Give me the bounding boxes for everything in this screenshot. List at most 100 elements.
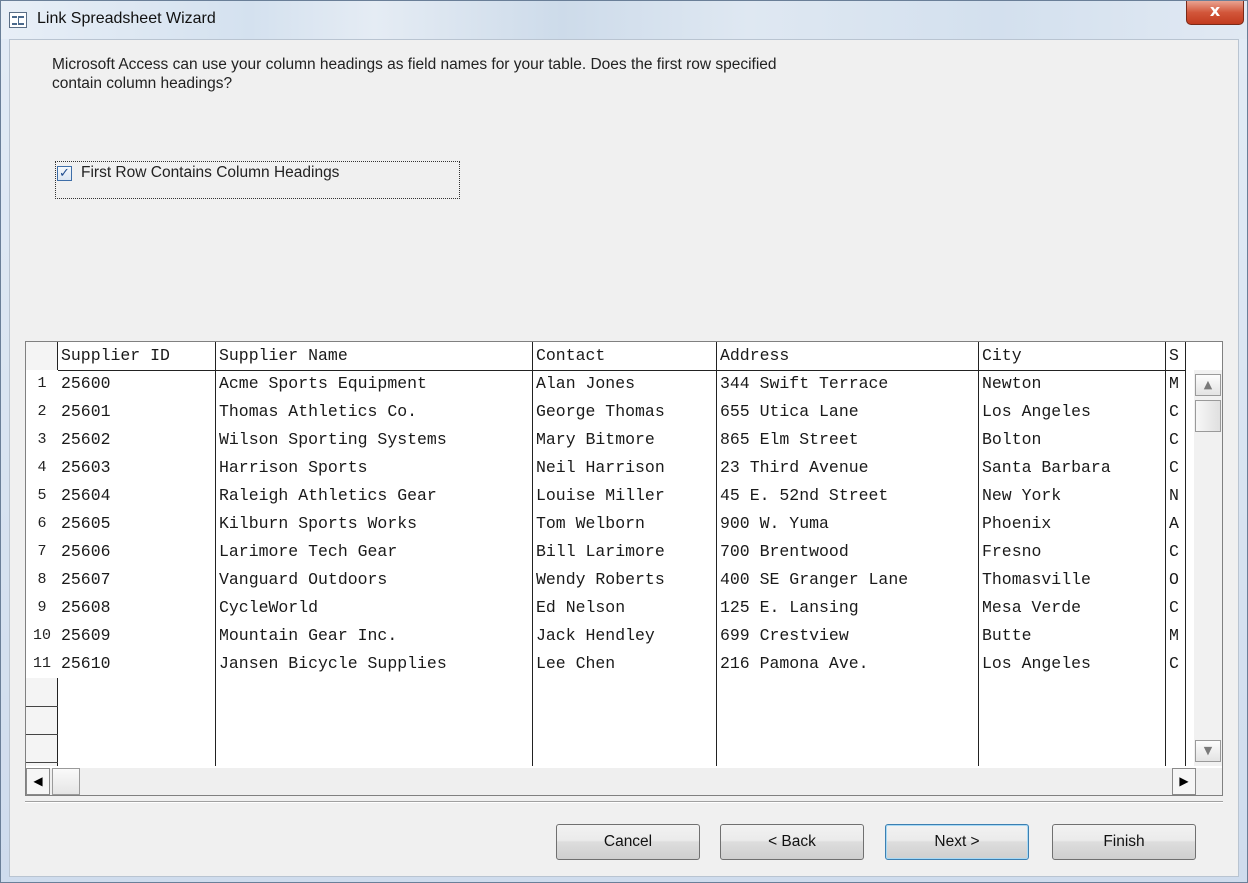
table-cell: Neil Harrison (536, 458, 665, 477)
table-cell: Mesa Verde (982, 598, 1082, 617)
table-cell: C (1169, 654, 1179, 673)
table-cell: 45 E. 52nd Street (720, 486, 889, 505)
row-number: 10 (26, 622, 58, 650)
table-cell: Alan Jones (536, 374, 636, 393)
button-separator (25, 801, 1223, 803)
scroll-right-button[interactable]: ▶ (1172, 768, 1196, 795)
table-cell: 25602 (61, 430, 111, 449)
first-row-headings-checkbox[interactable]: ✓ (57, 166, 72, 181)
table-cell: Mary Bitmore (536, 430, 655, 449)
table-cell: 25607 (61, 570, 111, 589)
table-cell: 25601 (61, 402, 111, 421)
instructions-text: Microsoft Access can use your column hea… (52, 56, 777, 92)
scroll-down-button[interactable]: ▼ (1195, 740, 1221, 762)
table-cell: Kilburn Sports Works (219, 514, 418, 533)
table-cell: 25605 (61, 514, 111, 533)
table-cell: Larimore Tech Gear (219, 542, 398, 561)
table-cell: Ed Nelson (536, 598, 626, 617)
grid-content: Supplier ID Supplier Name Contact Address Ci… (26, 342, 1186, 766)
window-title: Link Spreadsheet Wizard (37, 10, 216, 27)
table-cell: 25603 (61, 458, 111, 477)
table-cell: Harrison Sports (219, 458, 368, 477)
column-header[interactable]: Supplier Name (218, 342, 533, 370)
table-cell: Phoenix (982, 514, 1052, 533)
table-cell: George Thomas (536, 402, 665, 421)
table-cell: Newton (982, 374, 1042, 393)
back-button[interactable]: < Back (720, 824, 864, 860)
table-cell: Los Angeles (982, 402, 1091, 421)
table-cell: Raleigh Athletics Gear (219, 486, 437, 505)
table-cell: Jansen Bicycle Supplies (219, 654, 447, 673)
column-header[interactable]: Address (719, 342, 979, 370)
table-cell: C (1169, 542, 1179, 561)
table-cell: Mountain Gear Inc. (219, 626, 398, 645)
table-cell: 25606 (61, 542, 111, 561)
table-cell: M (1169, 626, 1179, 645)
row-number: 11 (26, 650, 58, 678)
table-cell: 25604 (61, 486, 111, 505)
row-divider (26, 706, 58, 707)
row-number: 8 (26, 566, 58, 594)
row-divider (26, 762, 58, 763)
table-cell: Vanguard Outdoors (219, 570, 388, 589)
table-cell: 865 Elm Street (720, 430, 859, 449)
table-cell: C (1169, 458, 1179, 477)
scroll-up-button[interactable]: ▲ (1195, 374, 1221, 396)
table-cell: 25609 (61, 626, 111, 645)
table-cell: Thomasville (982, 570, 1091, 589)
row-number: 6 (26, 510, 58, 538)
table-cell: Wendy Roberts (536, 570, 665, 589)
table-cell: O (1169, 570, 1179, 589)
row-number: 1 (26, 370, 58, 398)
first-row-headings-label: First Row Contains Column Headings (81, 164, 340, 181)
row-number: 7 (26, 538, 58, 566)
first-row-headings-option[interactable]: ✓ First Row Contains Column Headings (55, 161, 460, 199)
row-number: 2 (26, 398, 58, 426)
table-cell: 699 Crestview (720, 626, 849, 645)
table-cell: Butte (982, 626, 1032, 645)
table-cell: 25600 (61, 374, 111, 393)
table-cell: 700 Brentwood (720, 542, 849, 561)
horizontal-scrollbar[interactable]: ◀ ▶ (26, 768, 1222, 795)
cancel-button[interactable]: Cancel (556, 824, 700, 860)
table-cell: 125 E. Lansing (720, 598, 859, 617)
table-cell: Thomas Athletics Co. (219, 402, 418, 421)
column-header[interactable]: Supplier ID (60, 342, 216, 370)
row-number: 9 (26, 594, 58, 622)
horizontal-scroll-thumb[interactable] (52, 768, 80, 795)
table-cell: Acme Sports Equipment (219, 374, 427, 393)
table-cell: C (1169, 430, 1179, 449)
next-button[interactable]: Next > (885, 824, 1029, 860)
table-cell: M (1169, 374, 1179, 393)
table-cell: 25608 (61, 598, 111, 617)
table-cell: 400 SE Granger Lane (720, 570, 909, 589)
table-cell: CycleWorld (219, 598, 319, 617)
table-cell: Wilson Sporting Systems (219, 430, 447, 449)
table-cell: Fresno (982, 542, 1042, 561)
title-bar: Link Spreadsheet Wizard x (1, 1, 1247, 39)
vertical-scroll-thumb[interactable] (1195, 400, 1221, 432)
column-header[interactable]: Contact (535, 342, 717, 370)
table-cell: 25610 (61, 654, 111, 673)
table-cell: Los Angeles (982, 654, 1091, 673)
scroll-left-button[interactable]: ◀ (26, 768, 50, 795)
column-header[interactable]: S (1168, 342, 1186, 370)
table-cell: Bill Larimore (536, 542, 665, 561)
close-button[interactable]: x (1186, 1, 1244, 25)
table-cell: Jack Hendley (536, 626, 655, 645)
vertical-scrollbar[interactable]: ▲ ▼ (1194, 370, 1222, 766)
table-cell: 900 W. Yuma (720, 514, 829, 533)
table-cell: Santa Barbara (982, 458, 1111, 477)
data-preview-grid[interactable]: Supplier ID Supplier Name Contact Address Ci… (25, 341, 1223, 796)
row-number: 5 (26, 482, 58, 510)
table-cell: C (1169, 402, 1179, 421)
column-header[interactable]: City (981, 342, 1166, 370)
table-cell: Tom Welborn (536, 514, 645, 533)
row-divider (26, 734, 58, 735)
table-cell: 216 Pamona Ave. (720, 654, 869, 673)
row-number: 3 (26, 426, 58, 454)
table-cell: Louise Miller (536, 486, 665, 505)
table-cell: 23 Third Avenue (720, 458, 869, 477)
table-icon (9, 12, 27, 28)
finish-button[interactable]: Finish (1052, 824, 1196, 860)
